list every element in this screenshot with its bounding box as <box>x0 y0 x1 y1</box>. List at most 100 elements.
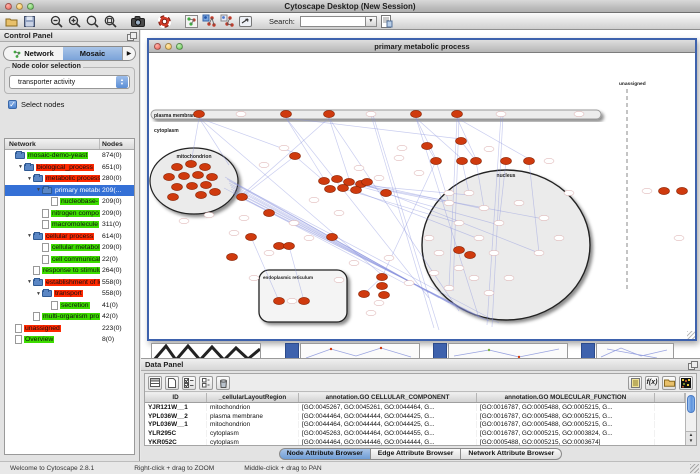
node-color-dropdown[interactable]: transporter activity ▲▼ <box>9 75 130 89</box>
zoom-fit-icon[interactable] <box>103 14 118 28</box>
tree-expand-icon[interactable]: ▼ <box>35 291 42 297</box>
gene-node[interactable] <box>193 171 204 178</box>
tab-network[interactable]: Network <box>4 47 63 60</box>
tree-row[interactable]: ▼biological_process651(0) <box>5 162 134 174</box>
tree-col-nodes[interactable]: Nodes <box>100 139 134 149</box>
gene-node[interactable] <box>194 110 205 117</box>
gene-node[interactable] <box>172 163 183 170</box>
attribute-editor-icon[interactable] <box>628 376 642 390</box>
zoom-selected-icon[interactable] <box>85 14 100 28</box>
tree-expand-icon[interactable]: ▼ <box>35 187 42 193</box>
table-row[interactable]: YPL036W__1mitochondrion[GO:0044464, GO:0… <box>145 421 685 430</box>
new-attribute-icon[interactable] <box>165 376 179 390</box>
gene-node[interactable] <box>227 253 238 260</box>
gene-node[interactable] <box>338 184 349 191</box>
function-builder-icon[interactable]: f(x) <box>645 376 659 390</box>
tree-row[interactable]: Overview8(0) <box>5 334 134 346</box>
gene-node[interactable] <box>677 187 688 194</box>
network-window-titlebar[interactable]: primary metabolic process <box>149 40 695 53</box>
tree-row[interactable]: cellular metabol209(0) <box>5 242 134 254</box>
gene-node[interactable] <box>207 173 218 180</box>
gene-node[interactable] <box>324 110 335 117</box>
search-combo[interactable]: ▼ <box>300 16 377 27</box>
gene-node[interactable] <box>164 173 175 180</box>
help-icon[interactable] <box>157 14 172 28</box>
gene-node[interactable] <box>379 291 390 298</box>
app-resize-grip[interactable] <box>690 464 699 473</box>
gene-node[interactable] <box>274 242 285 249</box>
delete-attribute-icon[interactable] <box>216 376 230 390</box>
gene-node[interactable] <box>332 175 343 182</box>
float-panel-icon[interactable] <box>127 32 135 40</box>
gene-node[interactable] <box>327 233 338 240</box>
tab-edge-attribute-browser[interactable]: Edge Attribute Browser <box>371 448 462 460</box>
col-molecular-function[interactable]: annotation.GO MOLECULAR_FUNCTION <box>477 393 655 402</box>
search-input[interactable] <box>300 16 366 27</box>
gene-node[interactable] <box>210 188 221 195</box>
col-id[interactable]: ID <box>145 393 207 402</box>
tree-row[interactable]: response to stimulu264(0) <box>5 265 134 277</box>
gene-node[interactable] <box>359 290 370 297</box>
tree-row[interactable]: nitrogen compo209(0) <box>5 208 134 220</box>
gene-node[interactable] <box>351 186 362 193</box>
tab-mosaic[interactable]: Mosaic <box>63 47 122 60</box>
network-window-resize-grip[interactable] <box>687 331 695 339</box>
gene-node[interactable] <box>186 160 197 167</box>
gene-node[interactable] <box>246 233 257 240</box>
tree-row[interactable]: macromolecule311(0) <box>5 219 134 231</box>
gene-node[interactable] <box>319 177 330 184</box>
plugin-manager-icon[interactable] <box>380 14 395 28</box>
open-icon[interactable] <box>4 14 19 28</box>
gene-node[interactable] <box>172 183 183 190</box>
tree-row[interactable]: mosaic-demo-yeast874(0) <box>5 150 134 162</box>
tree-row[interactable]: nucleobase-209(0) <box>5 196 134 208</box>
gene-node[interactable] <box>465 251 476 258</box>
table-row[interactable]: YPL036W__2plasma membrane[GO:0044464, GO… <box>145 412 685 421</box>
network-canvas[interactable]: plasma membrane cytoplasm mitochondrion … <box>149 53 695 339</box>
gene-node[interactable] <box>168 193 179 200</box>
vizmapper-icon[interactable] <box>238 14 253 28</box>
tree-row[interactable]: ▼cellular process614(0) <box>5 231 134 243</box>
zoom-in-icon[interactable] <box>67 14 82 28</box>
import-attributes-icon[interactable] <box>662 376 676 390</box>
matrix-icon[interactable] <box>679 376 693 390</box>
gene-node[interactable] <box>524 157 535 164</box>
tree-expand-icon[interactable]: ▼ <box>26 233 33 239</box>
network-view-window[interactable]: primary metabolic process plasma membran… <box>147 38 697 341</box>
gene-node[interactable] <box>411 110 422 117</box>
gene-node[interactable] <box>284 242 295 249</box>
tree-row[interactable]: ▼metabolic process280(0) <box>5 173 134 185</box>
network-overview-icon[interactable] <box>184 14 199 28</box>
table-vertical-scrollbar[interactable]: ▲▼ <box>685 393 696 445</box>
table-row[interactable]: YJR121W__1mitochondrion[GO:0045267, GO:0… <box>145 403 685 412</box>
tree-expand-icon[interactable]: ▼ <box>17 164 24 170</box>
tree-row[interactable]: cell communicat22(0) <box>5 254 134 266</box>
gene-node[interactable] <box>501 157 512 164</box>
gene-node[interactable] <box>237 193 248 200</box>
tree-row[interactable]: ▼establishment of lo558(0) <box>5 277 134 289</box>
gene-node[interactable] <box>299 297 310 304</box>
gene-node[interactable] <box>456 137 467 144</box>
gene-node[interactable] <box>200 163 211 170</box>
gene-node[interactable] <box>454 246 465 253</box>
save-icon[interactable] <box>22 14 37 28</box>
tree-expand-icon[interactable]: ▼ <box>26 176 33 182</box>
float-data-panel-icon[interactable] <box>688 361 696 369</box>
gene-node[interactable] <box>659 187 670 194</box>
tree-row[interactable]: ▼primary metabo209(... <box>5 185 134 197</box>
tree-row[interactable]: unassigned223(0) <box>5 323 134 335</box>
gene-node[interactable] <box>187 182 198 189</box>
gene-node[interactable] <box>264 209 275 216</box>
gene-node[interactable] <box>422 142 433 149</box>
gene-node[interactable] <box>377 282 388 289</box>
tab-node-attribute-browser[interactable]: Node Attribute Browser <box>279 448 371 460</box>
col-cellular-component[interactable]: annotation.GO CELLULAR_COMPONENT <box>299 393 477 402</box>
gene-node[interactable] <box>274 297 285 304</box>
col-region[interactable]: _cellularLayoutRegion <box>207 393 299 402</box>
tree-col-network[interactable]: Network <box>5 139 100 149</box>
gene-node[interactable] <box>201 181 212 188</box>
gene-node[interactable] <box>452 110 463 117</box>
gene-node[interactable] <box>377 273 388 280</box>
tab-overflow-icon[interactable]: ▶ <box>122 47 135 60</box>
scrollbar-thumb[interactable] <box>687 395 695 413</box>
